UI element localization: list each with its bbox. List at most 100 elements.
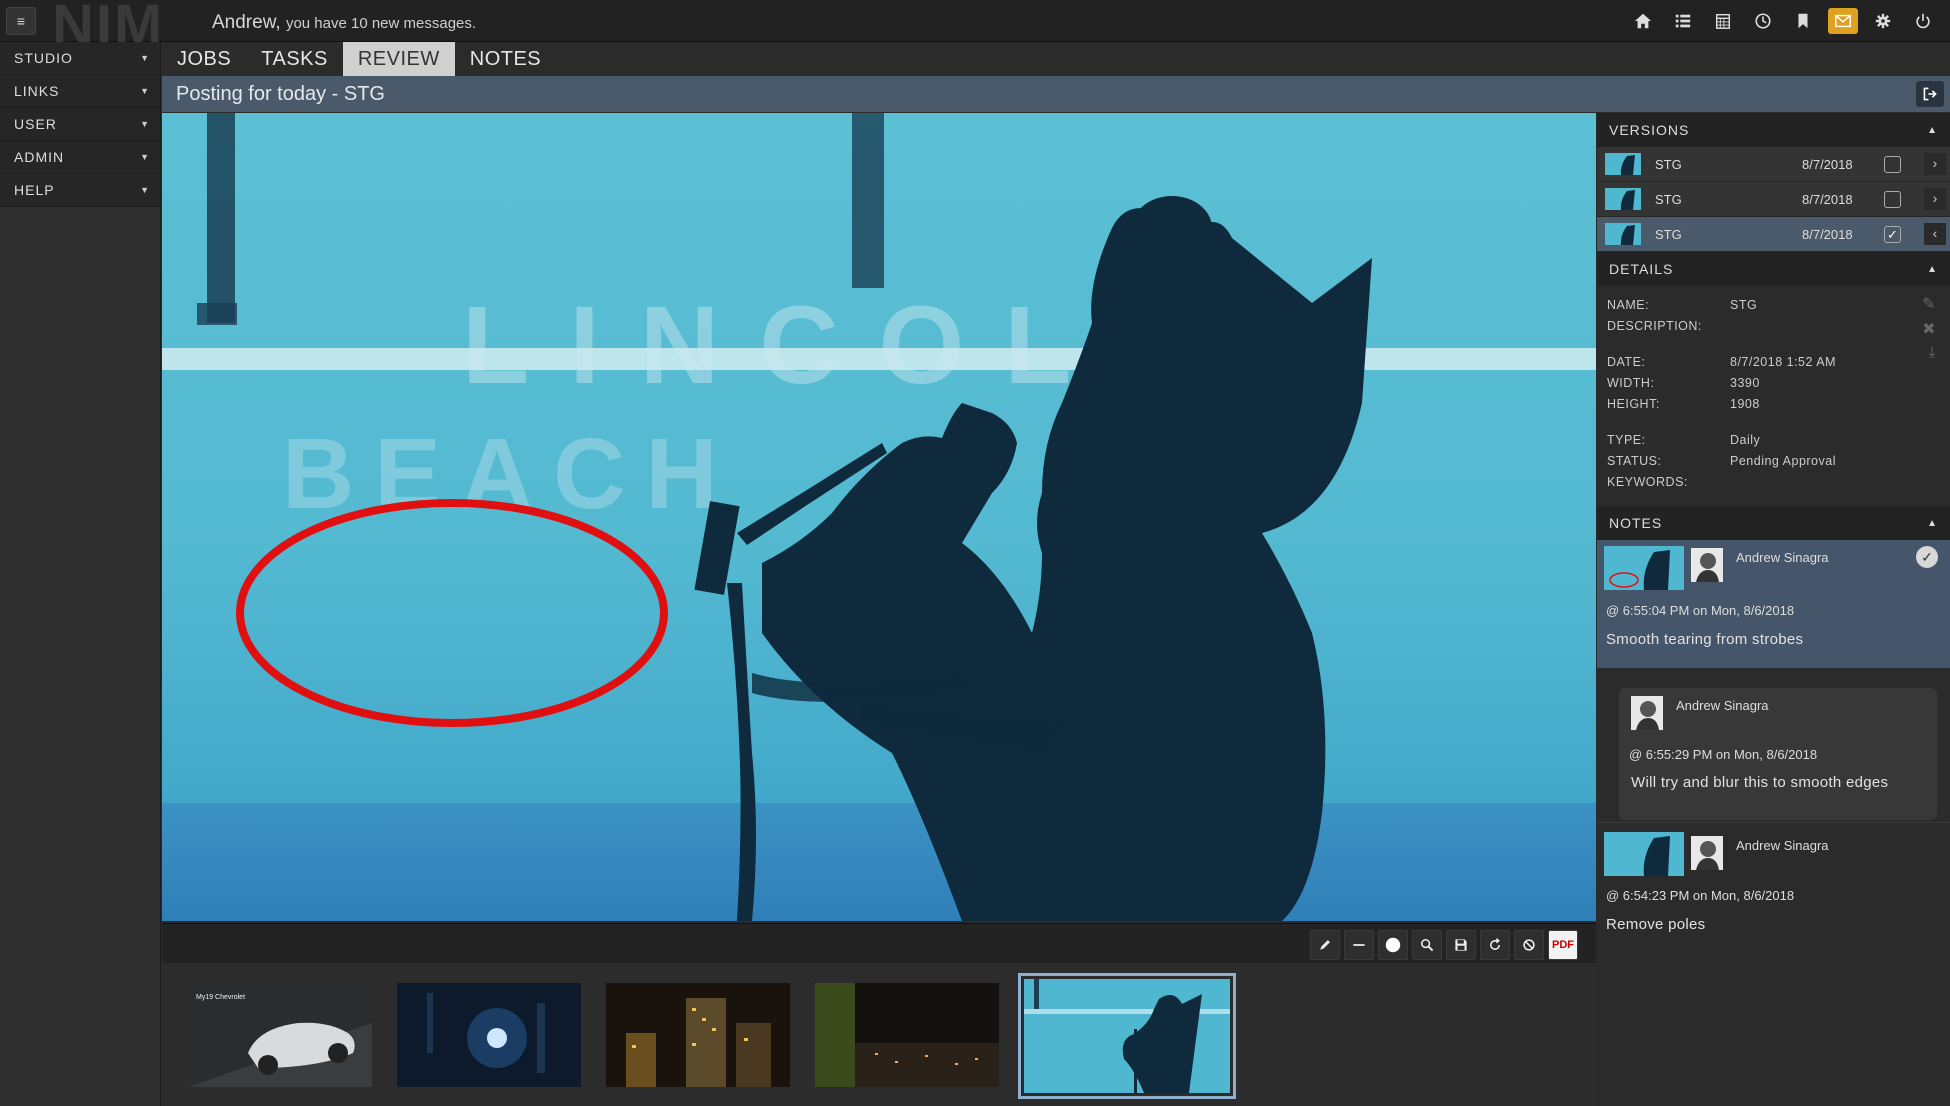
version-row[interactable]: STG 8/7/2018 › (1597, 147, 1950, 182)
mail-icon[interactable] (1828, 8, 1858, 34)
thumb-city-night[interactable] (606, 983, 790, 1087)
tab-review[interactable]: REVIEW (342, 42, 455, 76)
details-title: DETAILS (1609, 261, 1674, 277)
circle-icon[interactable] (1378, 930, 1408, 960)
calendar-icon[interactable] (1708, 8, 1738, 34)
note-thumbnail (1604, 546, 1684, 590)
detail-label: WIDTH: (1607, 376, 1655, 390)
sidebar-item-links[interactable]: LINKS ▼ (0, 75, 160, 108)
detail-value: 1908 (1730, 397, 1760, 411)
thumb-stage-light[interactable] (397, 983, 581, 1087)
welcome-message: Andrew, you have 10 new messages. (212, 12, 476, 34)
download-icon[interactable]: ⤓ (1928, 344, 1936, 362)
edit-icon[interactable]: ✎ (1922, 294, 1936, 314)
main-tabs: JOBS TASKS REVIEW NOTES (162, 42, 556, 76)
chevron-right-icon[interactable]: › (1924, 153, 1946, 175)
versions-section-header[interactable]: VERSIONS ▲ (1597, 113, 1950, 147)
top-bar: ≡ NIM Andrew, you have 10 new messages. (0, 0, 1950, 58)
sidebar-item-label: USER (14, 116, 57, 132)
list-icon[interactable] (1668, 8, 1698, 34)
note-item[interactable]: Andrew Sinagra @ 6:54:23 PM on Mon, 8/6/… (1597, 822, 1950, 952)
resolve-check-icon[interactable]: ✓ (1916, 546, 1938, 568)
version-row[interactable]: STG 8/7/2018 › (1597, 182, 1950, 217)
versions-title: VERSIONS (1609, 122, 1690, 138)
sidebar-item-user[interactable]: USER ▼ (0, 108, 160, 141)
review-side-panel: VERSIONS ▲ STG 8/7/2018 › STG 8/7/2018 ›… (1597, 113, 1950, 1106)
pdf-icon[interactable]: PDF (1548, 930, 1578, 960)
caret-up-icon: ▲ (1927, 124, 1938, 136)
bookmark-icon[interactable] (1788, 8, 1818, 34)
avatar (1691, 548, 1723, 582)
notes-section-header[interactable]: NOTES ▲ (1597, 506, 1950, 540)
thumb-car-caption: My19 Chevrolet (196, 994, 245, 1001)
zoom-icon[interactable] (1412, 930, 1442, 960)
note-timestamp: @ 6:54:23 PM on Mon, 8/6/2018 (1606, 888, 1795, 903)
sidebar-item-label: LINKS (14, 83, 60, 99)
delete-icon[interactable]: ✖ (1922, 319, 1936, 339)
clock-icon[interactable] (1748, 8, 1778, 34)
detail-label: HEIGHT: (1607, 397, 1660, 411)
power-icon[interactable] (1908, 8, 1938, 34)
note-reply-container: Andrew Sinagra @ 6:55:29 PM on Mon, 8/6/… (1597, 668, 1950, 820)
version-date: 8/7/2018 (1802, 156, 1853, 172)
avatar (1631, 696, 1663, 730)
detail-value: Pending Approval (1730, 454, 1836, 468)
sidebar-item-admin[interactable]: ADMIN ▼ (0, 141, 160, 174)
line-icon[interactable] (1344, 930, 1374, 960)
sidebar-item-help[interactable]: HELP ▼ (0, 174, 160, 207)
version-date: 8/7/2018 (1802, 226, 1853, 242)
note-text: Will try and blur this to smooth edges (1631, 774, 1889, 791)
note-item[interactable]: Andrew Sinagra ✓ @ 6:55:04 PM on Mon, 8/… (1597, 540, 1950, 668)
caret-down-icon: ▼ (140, 152, 150, 162)
version-checkbox[interactable] (1884, 191, 1901, 208)
details-panel: NAME: STG DESCRIPTION: DATE: 8/7/2018 1:… (1597, 286, 1950, 506)
detail-label: TYPE: (1607, 433, 1646, 447)
detail-value: 3390 (1730, 376, 1760, 390)
caret-down-icon: ▼ (140, 119, 150, 129)
sidebar-item-label: HELP (14, 182, 55, 198)
tab-tasks[interactable]: TASKS (246, 42, 343, 76)
version-name: STG (1655, 156, 1682, 172)
detail-value: 8/7/2018 1:52 AM (1730, 355, 1836, 369)
save-icon[interactable] (1446, 930, 1476, 960)
note-author: Andrew Sinagra (1736, 550, 1829, 565)
caret-down-icon: ▼ (140, 86, 150, 96)
note-timestamp: @ 6:55:04 PM on Mon, 8/6/2018 (1606, 603, 1795, 618)
exit-review-button[interactable] (1916, 81, 1944, 107)
details-section-header[interactable]: DETAILS ▲ (1597, 252, 1950, 286)
thumb-car[interactable]: My19 Chevrolet (188, 983, 372, 1087)
pencil-icon[interactable] (1310, 930, 1340, 960)
detail-value: STG (1730, 298, 1758, 312)
chevron-right-icon[interactable]: › (1924, 188, 1946, 210)
caret-down-icon: ▼ (140, 53, 150, 63)
review-frame: LINCOL BEACH (162, 113, 1596, 921)
thumb-city-skyline[interactable] (815, 983, 999, 1087)
caret-up-icon: ▲ (1927, 263, 1938, 275)
sidebar-item-studio[interactable]: STUDIO ▼ (0, 42, 160, 75)
notes-title: NOTES (1609, 515, 1663, 531)
clear-icon[interactable] (1514, 930, 1544, 960)
menu-toggle-button[interactable]: ≡ (6, 7, 36, 35)
note-author: Andrew Sinagra (1736, 838, 1829, 853)
reset-icon[interactable] (1480, 930, 1510, 960)
note-divider (1597, 822, 1950, 823)
version-row-selected[interactable]: STG 8/7/2018 ✓ ‹ (1597, 217, 1950, 252)
avatar (1691, 836, 1723, 870)
gear-icon[interactable] (1868, 8, 1898, 34)
detail-label: NAME: (1607, 298, 1650, 312)
version-checkbox-checked[interactable]: ✓ (1884, 226, 1901, 243)
version-name: STG (1655, 226, 1682, 242)
tab-jobs[interactable]: JOBS (162, 42, 246, 76)
exit-icon (1923, 87, 1937, 101)
detail-value: Daily (1730, 433, 1761, 447)
chevron-left-icon[interactable]: ‹ (1924, 223, 1946, 245)
version-checkbox[interactable] (1884, 156, 1901, 173)
review-image-viewer[interactable]: LINCOL BEACH (162, 113, 1596, 921)
tab-notes[interactable]: NOTES (455, 42, 556, 76)
thumb-singer[interactable] (1018, 973, 1236, 1099)
note-reply[interactable]: Andrew Sinagra @ 6:55:29 PM on Mon, 8/6/… (1619, 688, 1937, 820)
sidebar: STUDIO ▼ LINKS ▼ USER ▼ ADMIN ▼ HELP ▼ (0, 42, 161, 1106)
sidebar-item-label: STUDIO (14, 50, 73, 66)
home-icon[interactable] (1628, 8, 1658, 34)
top-icon-bar (1628, 8, 1938, 34)
